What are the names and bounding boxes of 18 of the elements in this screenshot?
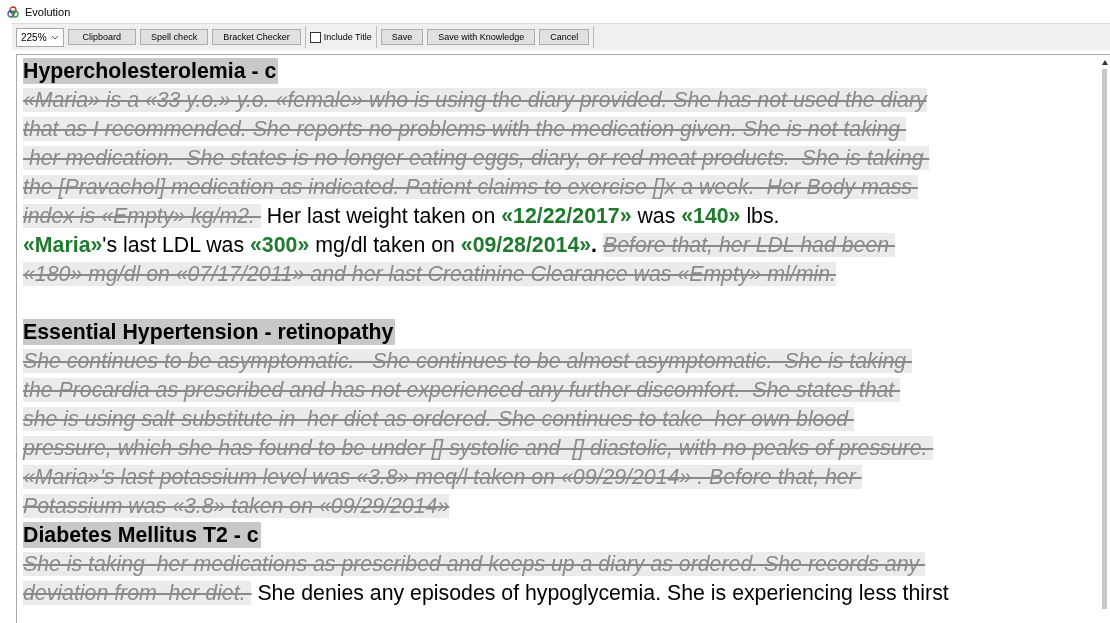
section-heading: Essential Hypertension - retinopathy xyxy=(23,319,396,345)
section-heading: Hypercholesterolemia - c xyxy=(23,58,279,84)
text-editor[interactable] xyxy=(16,54,1110,623)
caret-icon xyxy=(50,34,59,40)
save-with-knowledge-button[interactable]: Save with Knowledge xyxy=(427,29,536,45)
text-line: «Maria»'s last LDL was «300» mg/dl taken on «09/28/2014». Before that, her LDL had been xyxy=(23,231,1110,260)
bracket-checker-button[interactable]: Bracket Checker xyxy=(212,29,301,45)
text-line: index is «Empty» kg/m2. Her last weight taken on «12/22/2017» was «140» lbs. xyxy=(23,203,781,230)
clipboard-button[interactable]: Clipboard xyxy=(67,29,137,45)
window-title: Evolution xyxy=(25,5,71,18)
section-heading: Diabetes Mellitus T2 - c xyxy=(23,522,261,548)
cancel-button[interactable]: Cancel xyxy=(539,29,590,45)
include-title-checkbox[interactable]: Include Title xyxy=(309,31,372,43)
spell-check-button[interactable]: Spell check xyxy=(140,29,209,45)
save-button[interactable]: Save xyxy=(380,29,424,45)
text-line: deviation from her diet. She denies any episodes of hypoglycemia. She is experiencing less thirst xyxy=(23,580,950,607)
app-icon xyxy=(7,5,19,18)
zoom-dropdown[interactable]: 225% xyxy=(16,27,64,47)
